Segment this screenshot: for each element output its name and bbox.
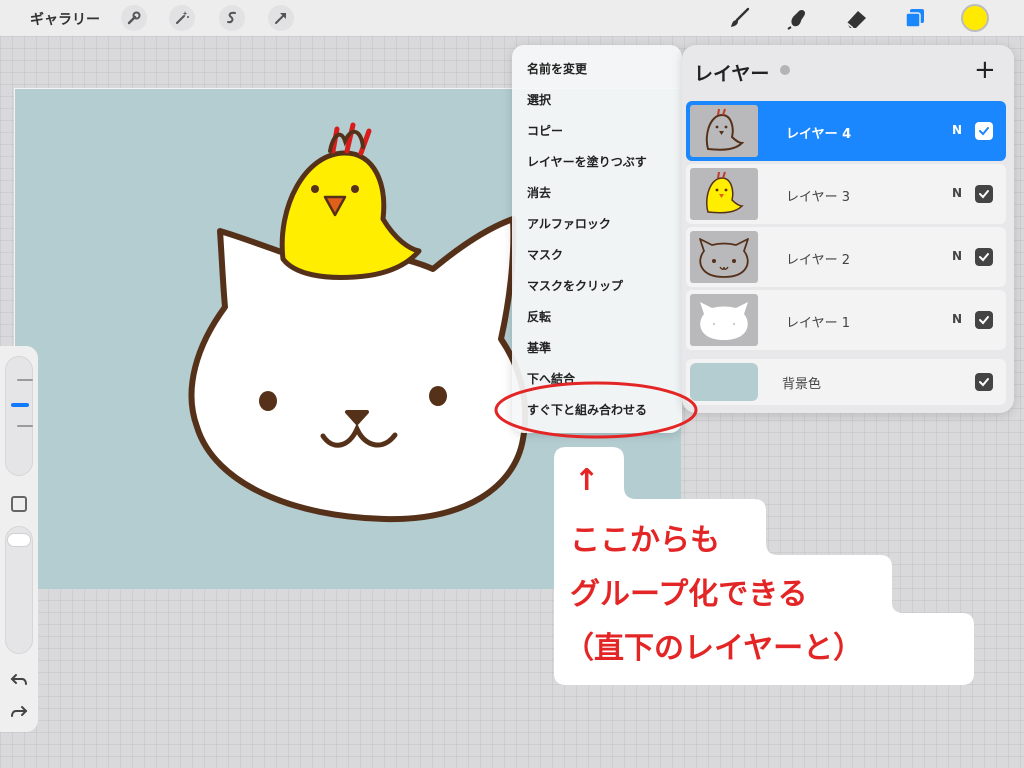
annotation-arrow: ↑ <box>574 463 600 498</box>
annotation-line-1: ここからも <box>570 523 720 558</box>
highlight-oval <box>494 381 698 439</box>
annotation-line-3: （直下のレイヤーと） <box>564 631 864 666</box>
annotation-line-2: グループ化できる <box>570 577 808 612</box>
annotation-callout: ↑ ここからも グループ化できる （直下のレイヤーと） <box>554 447 974 685</box>
